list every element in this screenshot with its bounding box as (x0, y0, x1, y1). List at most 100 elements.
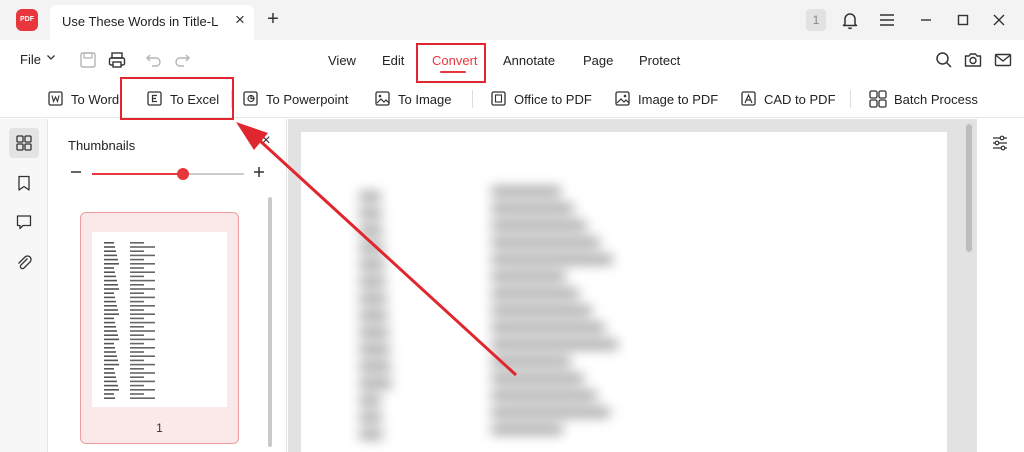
thumbnail-line (104, 359, 118, 362)
thumbnail-line (104, 393, 114, 395)
thumbnails-toggle[interactable] (9, 128, 39, 158)
ribbon-separator (472, 90, 473, 108)
print-icon[interactable] (107, 50, 127, 70)
thumbnail-line (130, 242, 144, 244)
thumbnail-line (130, 359, 144, 362)
search-icon[interactable] (934, 50, 954, 70)
blurred-text-line (359, 260, 385, 269)
thumbnail-page-number: 1 (156, 421, 163, 435)
thumbnail-line (104, 300, 116, 303)
blurred-text-line (491, 425, 563, 434)
page-thumbnail[interactable]: 1 (80, 212, 239, 444)
right-rail (976, 119, 1024, 452)
thumbnail-line (130, 279, 155, 282)
thumbnail-text-preview (104, 242, 155, 399)
office-to-pdf-label: Office to PDF (514, 91, 592, 107)
batch-process-button[interactable]: Batch Process (868, 88, 978, 110)
to-image-label: To Image (398, 91, 452, 107)
thumbnail-line (104, 372, 115, 374)
properties-icon[interactable] (990, 133, 1010, 153)
save-icon[interactable] (78, 50, 98, 70)
menu-page[interactable]: Page (583, 53, 613, 68)
undo-icon[interactable] (144, 50, 164, 70)
document-page (301, 132, 947, 452)
thumbnail-line (104, 288, 119, 290)
document-tab[interactable]: Use These Words in Title-L × (50, 5, 254, 40)
maximize-icon[interactable] (951, 8, 975, 32)
blurred-text-line (359, 328, 389, 337)
blurred-text-line (491, 391, 597, 400)
menu-protect[interactable]: Protect (639, 53, 680, 68)
thumbnail-line (104, 267, 114, 269)
thumbnail-line (130, 284, 144, 286)
thumbnail-line (104, 368, 114, 370)
thumbnail-line (104, 355, 117, 357)
thumbnail-line (130, 292, 144, 294)
close-icon[interactable] (987, 8, 1011, 32)
cad-to-pdf-button[interactable]: CAD to PDF (740, 88, 836, 110)
thumbnail-line (104, 296, 115, 299)
blurred-text-line (491, 272, 566, 281)
app-logo-icon: PDF (16, 9, 38, 31)
thumbnail-zoom-slider[interactable] (92, 168, 244, 180)
hamburger-icon[interactable] (875, 8, 899, 32)
new-tab-button[interactable]: + (262, 8, 284, 30)
thumbnail-line (104, 258, 118, 261)
minimize-icon[interactable] (914, 8, 938, 32)
menu-edit[interactable]: Edit (382, 53, 404, 68)
zoom-in-icon[interactable] (252, 165, 266, 179)
thumbnail-line (130, 351, 144, 353)
file-menu[interactable]: File (20, 52, 41, 67)
thumbnail-line (104, 317, 114, 320)
camera-icon[interactable] (963, 50, 983, 70)
to-powerpoint-button[interactable]: To Powerpoint (242, 88, 348, 110)
thumbnail-line (104, 389, 119, 391)
tab-close-button[interactable]: × (230, 10, 250, 30)
blurred-text-line (491, 289, 579, 298)
thumbnail-line (104, 384, 118, 387)
thumbnail-line (130, 326, 144, 328)
thumbnail-line (104, 330, 117, 332)
thumbnail-line (104, 275, 116, 278)
menu-annotate[interactable]: Annotate (503, 53, 555, 68)
comments-toggle[interactable] (9, 207, 39, 237)
thumbnail-line (104, 380, 117, 383)
thumbnail-line (104, 363, 119, 366)
office-to-pdf-button[interactable]: Office to PDF (490, 88, 592, 110)
to-image-button[interactable]: To Image (374, 88, 451, 110)
blurred-text-line (491, 306, 592, 315)
redo-icon[interactable] (172, 50, 192, 70)
zoom-out-icon[interactable] (69, 165, 83, 179)
document-scrollbar[interactable] (966, 124, 972, 252)
blurred-text-column (359, 192, 393, 447)
blurred-text-line (491, 255, 613, 264)
cad-to-pdf-label: CAD to PDF (764, 91, 836, 107)
thumbnail-line (130, 363, 155, 366)
thumbnail-line (130, 372, 155, 374)
thumbnail-line (130, 271, 155, 273)
thumbnails-close-button[interactable]: × (257, 132, 275, 150)
thumbnail-line (130, 267, 144, 269)
document-viewer (288, 119, 976, 452)
mail-icon[interactable] (993, 50, 1013, 70)
thumbnail-line (130, 334, 144, 336)
zoom-slider-handle[interactable] (177, 168, 190, 180)
thumbnail-line (130, 389, 155, 391)
attachments-toggle[interactable] (9, 247, 39, 277)
thumbnail-line (104, 246, 115, 248)
to-word-button[interactable]: To Word (47, 88, 122, 110)
thumbnails-scrollbar[interactable] (268, 197, 272, 447)
thumbnail-line (104, 347, 115, 349)
menu-view[interactable]: View (328, 53, 356, 68)
chevron-down-icon[interactable] (45, 51, 57, 63)
blurred-text-line (491, 408, 610, 417)
batch-grid-icon (869, 90, 887, 108)
thumbnail-line (104, 313, 119, 315)
thumbnail-line (130, 305, 155, 307)
bell-icon[interactable] (838, 8, 862, 32)
thumbnail-line (104, 397, 115, 399)
bookmarks-toggle[interactable] (9, 168, 39, 198)
image-to-pdf-button[interactable]: Image to PDF (614, 88, 718, 110)
thumbnail-line (130, 380, 155, 383)
blurred-text-line (359, 294, 387, 303)
